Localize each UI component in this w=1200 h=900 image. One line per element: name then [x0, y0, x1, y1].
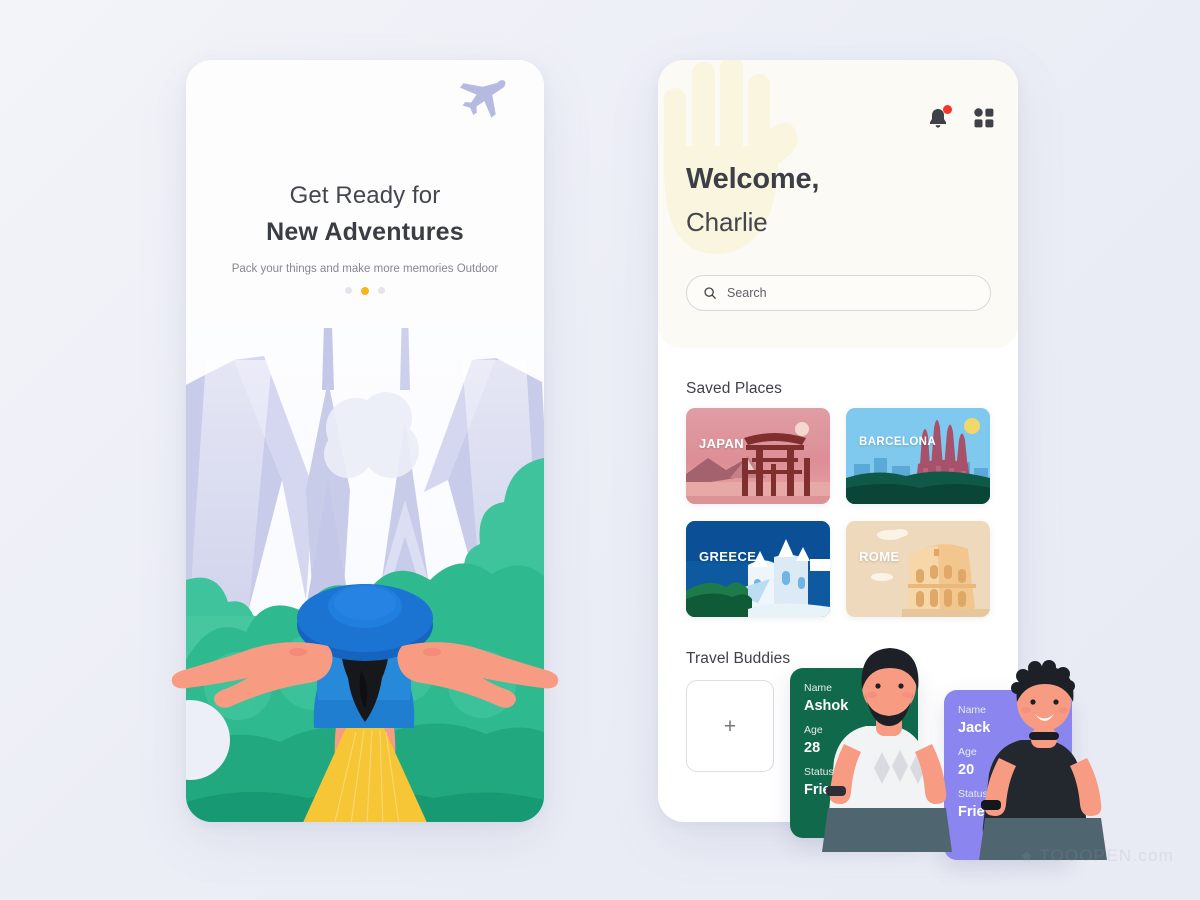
- place-card-label: BARCELONA: [859, 436, 937, 448]
- watermark: TOOOPEN.com: [1019, 846, 1174, 866]
- place-card-greece[interactable]: GREECE: [686, 521, 830, 617]
- place-card-rome[interactable]: ROME: [846, 521, 990, 617]
- place-card-label: ROME: [859, 549, 900, 564]
- colosseum-illustration: [846, 521, 990, 617]
- watermark-text: TOOOPEN.com: [1039, 846, 1174, 865]
- onboarding-phone-screen: Get Ready for New Adventures Pack your t…: [186, 60, 544, 822]
- buddy-age-value: 20: [958, 762, 975, 778]
- watermark-logo-icon: [1021, 851, 1033, 861]
- plus-icon: +: [723, 714, 737, 738]
- pagination-dot-3[interactable]: [378, 287, 385, 294]
- torii-gate-illustration: [686, 408, 830, 504]
- home-header: Welcome, Charlie Search: [658, 60, 1018, 348]
- buddy-age-label: Age: [804, 724, 823, 736]
- onboarding-subtitle: Pack your things and make more memories …: [231, 263, 499, 275]
- travel-buddies-title: Travel Buddies: [686, 650, 791, 667]
- search-placeholder: Search: [727, 286, 767, 300]
- saved-places-title: Saved Places: [686, 380, 782, 397]
- buddy-age-label: Age: [958, 746, 977, 758]
- buddy-name-label: Name: [958, 704, 987, 716]
- search-icon: [704, 287, 716, 299]
- sagrada-familia-illustration: [846, 408, 990, 504]
- search-input[interactable]: Search: [686, 275, 991, 311]
- onboarding-title-line1: Get Ready for: [289, 182, 441, 209]
- place-card-label: GREECE: [699, 549, 757, 564]
- place-card-label: JAPAN: [699, 436, 745, 451]
- greece-buildings-illustration: [686, 521, 830, 617]
- buddy-status-value: Friend: [958, 804, 1003, 820]
- grid-menu-icon[interactable]: [972, 106, 996, 130]
- welcome-user-name: Charlie: [686, 207, 768, 237]
- buddy-name-value: Ashok: [804, 698, 849, 714]
- buddy-age-value: 28: [804, 740, 821, 756]
- buddy-name-value: Jack: [958, 720, 991, 736]
- header-icon-group: [926, 105, 996, 130]
- airplane-icon: [459, 80, 506, 118]
- pagination-dot-2-active[interactable]: [361, 286, 369, 295]
- notification-badge-dot: [943, 105, 952, 114]
- buddy-status-label: Status: [958, 788, 988, 800]
- pagination-dot-1[interactable]: [345, 287, 352, 294]
- welcome-greeting-line1: Welcome,: [686, 163, 820, 195]
- add-travel-buddy-button[interactable]: +: [686, 680, 774, 772]
- buddy-status-label: Status: [804, 766, 834, 778]
- travel-buddy-card-jack[interactable]: Name Jack Age 20 Status Friend: [944, 690, 1072, 860]
- onboarding-title-line2: New Adventures: [266, 218, 464, 246]
- notification-bell-icon[interactable]: [926, 105, 952, 130]
- pagination-dots[interactable]: [186, 286, 544, 295]
- place-card-barcelona[interactable]: BARCELONA: [846, 408, 990, 504]
- place-card-japan[interactable]: JAPAN: [686, 408, 830, 504]
- buddy-name-label: Name: [804, 682, 833, 694]
- buddy-status-value: Friend: [804, 782, 849, 798]
- travel-buddy-card-ashok[interactable]: Name Ashok Age 28 Status Friend: [790, 668, 918, 838]
